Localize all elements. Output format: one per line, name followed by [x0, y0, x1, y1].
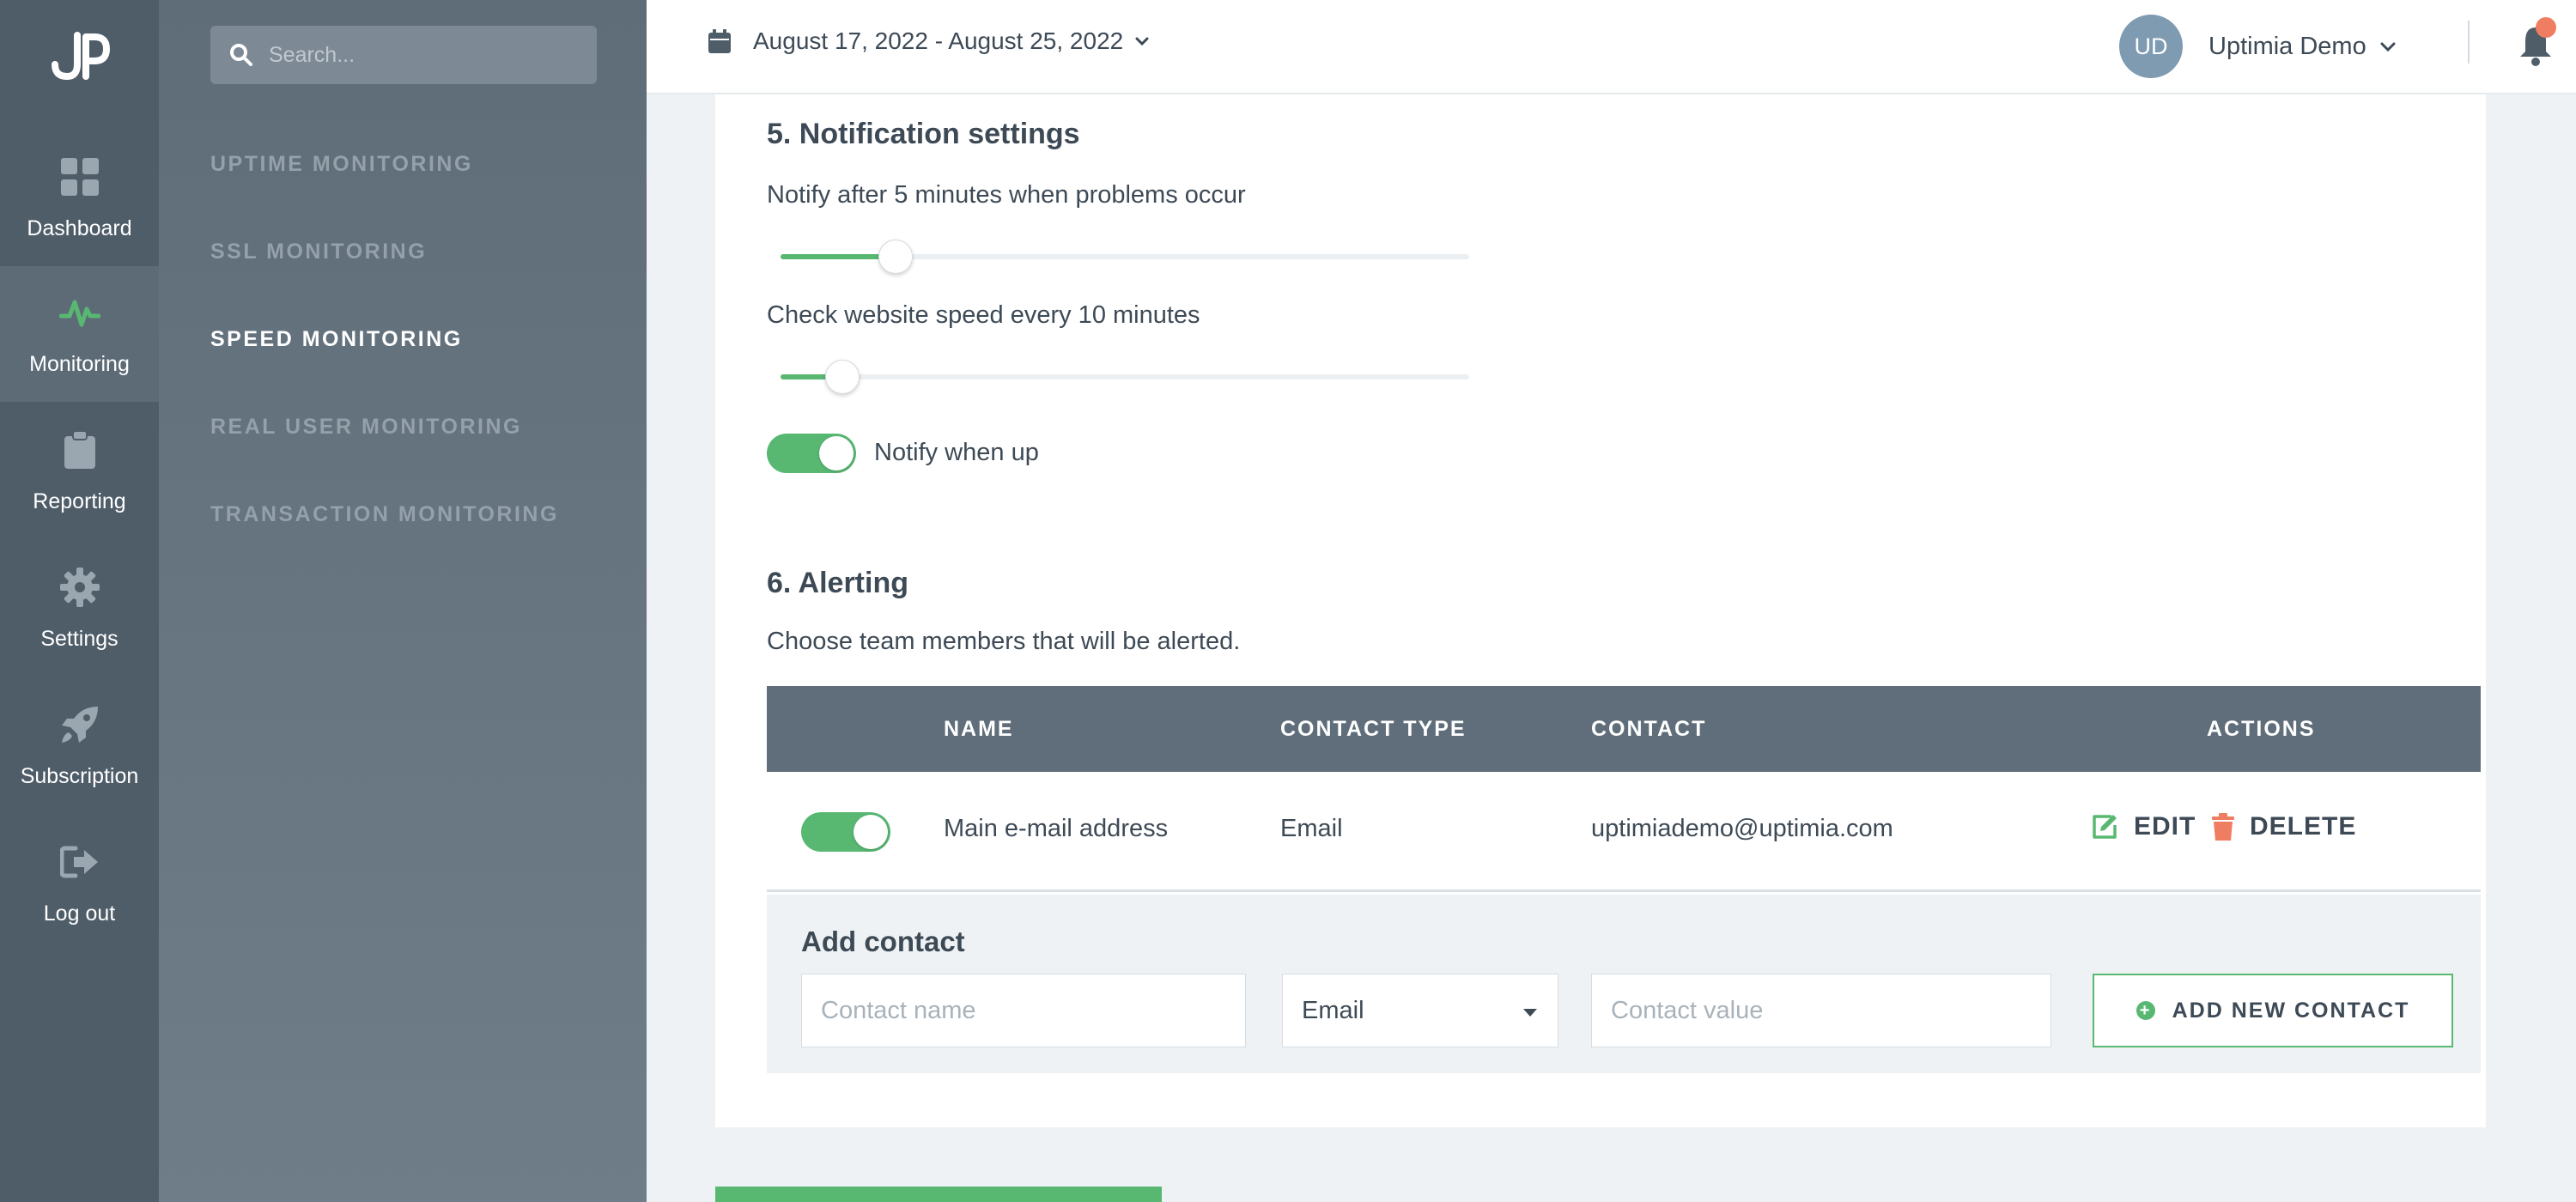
monitoring-submenu: UPTIME MONITORING SSL MONITORING SPEED M… — [159, 0, 647, 1202]
calendar-icon — [708, 29, 731, 53]
icon-rail: Dashboard Monitoring Reporting Settings … — [0, 0, 159, 1202]
slider-thumb[interactable] — [825, 360, 860, 394]
pulse-icon — [58, 292, 100, 333]
rail-item-dashboard[interactable]: Dashboard — [0, 131, 159, 266]
submenu-item-speed-monitoring[interactable]: SPEED MONITORING — [210, 327, 463, 352]
top-bar: August 17, 2022 - August 25, 2022 UD Upt… — [647, 0, 2576, 94]
plus-circle-icon: + — [2136, 1001, 2155, 1020]
add-new-contact-button[interactable]: + ADD NEW CONTACT — [2093, 974, 2453, 1047]
date-range-text: August 17, 2022 - August 25, 2022 — [753, 27, 1124, 54]
edit-button[interactable]: EDIT — [2091, 812, 2196, 841]
chevron-down-icon — [1135, 37, 1149, 46]
search-icon — [230, 44, 252, 66]
contact-name-input[interactable] — [801, 974, 1246, 1047]
submenu-item-transaction-monitoring[interactable]: TRANSACTION MONITORING — [210, 502, 559, 527]
table-row: Main e-mail address Email uptimiademo@up… — [767, 772, 2481, 892]
clipboard-icon — [59, 429, 100, 470]
notify-after-label: Notify after 5 minutes when problems occ… — [767, 181, 1246, 209]
toggle-knob — [819, 436, 854, 470]
contact-name: Main e-mail address — [944, 815, 1169, 842]
edit-label: EDIT — [2134, 812, 2196, 841]
submenu-item-real-user-monitoring[interactable]: REAL USER MONITORING — [210, 415, 522, 440]
contact-type: Email — [1280, 815, 1343, 842]
rail-label: Settings — [40, 626, 118, 651]
monitor-settings-card: 5. Notification settings Notify after 5 … — [715, 94, 2486, 1127]
save-button[interactable] — [715, 1187, 1162, 1202]
edit-icon — [2091, 813, 2118, 841]
logo-icon — [51, 32, 110, 81]
column-header-contact: CONTACT — [1591, 717, 1707, 741]
column-header-contact-type: CONTACT TYPE — [1280, 717, 1467, 741]
add-new-contact-label: ADD NEW CONTACT — [2172, 998, 2410, 1023]
submenu-item-ssl-monitoring[interactable]: SSL MONITORING — [210, 240, 427, 264]
section-title-notification: 5. Notification settings — [767, 118, 1080, 150]
column-header-name: NAME — [944, 717, 1014, 741]
trash-icon — [2212, 813, 2234, 841]
contact-type-selected: Email — [1302, 996, 1364, 1024]
dashboard-icon — [59, 156, 100, 197]
contact-type-select[interactable]: Email — [1282, 974, 1558, 1047]
divider — [2468, 21, 2470, 64]
alerting-description: Choose team members that will be alerted… — [767, 628, 1241, 655]
avatar: UD — [2119, 15, 2183, 78]
submenu-item-uptime-monitoring[interactable]: UPTIME MONITORING — [210, 152, 473, 177]
add-contact-panel: Add contact Email + ADD NEW CONTACT — [767, 895, 2481, 1073]
notification-badge — [2536, 17, 2556, 38]
notify-when-up-toggle[interactable] — [767, 434, 856, 473]
delete-label: DELETE — [2250, 812, 2357, 841]
contact-value: uptimiademo@uptimia.com — [1591, 815, 1893, 842]
check-speed-label: Check website speed every 10 minutes — [767, 301, 1200, 329]
rail-label: Monitoring — [29, 351, 130, 376]
rail-item-subscription[interactable]: Subscription — [0, 678, 159, 814]
rail-item-logout[interactable]: Log out — [0, 816, 159, 951]
rocket-icon — [59, 704, 100, 745]
rail-item-monitoring[interactable]: Monitoring — [0, 266, 159, 402]
date-range-picker[interactable]: August 17, 2022 - August 25, 2022 — [708, 27, 1149, 55]
logout-icon — [59, 841, 100, 883]
rail-label: Dashboard — [27, 216, 132, 240]
rail-item-settings[interactable]: Settings — [0, 541, 159, 677]
slider-thumb[interactable] — [878, 240, 913, 274]
slider-track — [781, 374, 1469, 379]
section-title-alerting: 6. Alerting — [767, 567, 908, 599]
caret-down-icon — [1523, 1009, 1537, 1017]
notify-when-up-label: Notify when up — [874, 439, 1039, 466]
search-box[interactable] — [210, 26, 597, 84]
chevron-down-icon — [2380, 42, 2396, 52]
contact-value-input[interactable] — [1591, 974, 2051, 1047]
contact-enabled-toggle[interactable] — [801, 812, 890, 852]
column-header-actions: ACTIONS — [2207, 717, 2316, 741]
gear-icon — [59, 567, 100, 608]
user-name: Uptimia Demo — [2208, 32, 2366, 60]
add-contact-title: Add contact — [801, 926, 965, 957]
rail-item-reporting[interactable]: Reporting — [0, 404, 159, 539]
notify-after-slider[interactable] — [781, 240, 1469, 274]
user-menu[interactable]: UD Uptimia Demo — [2119, 15, 2396, 78]
search-input[interactable] — [269, 42, 578, 68]
contacts-table-header: NAME CONTACT TYPE CONTACT ACTIONS — [767, 686, 2481, 772]
rail-label: Subscription — [20, 763, 139, 788]
rail-label: Log out — [43, 901, 116, 926]
delete-button[interactable]: DELETE — [2212, 812, 2356, 841]
app-logo[interactable] — [0, 0, 159, 112]
check-speed-slider[interactable] — [781, 360, 1469, 394]
toggle-knob — [854, 815, 888, 849]
rail-label: Reporting — [33, 489, 126, 513]
